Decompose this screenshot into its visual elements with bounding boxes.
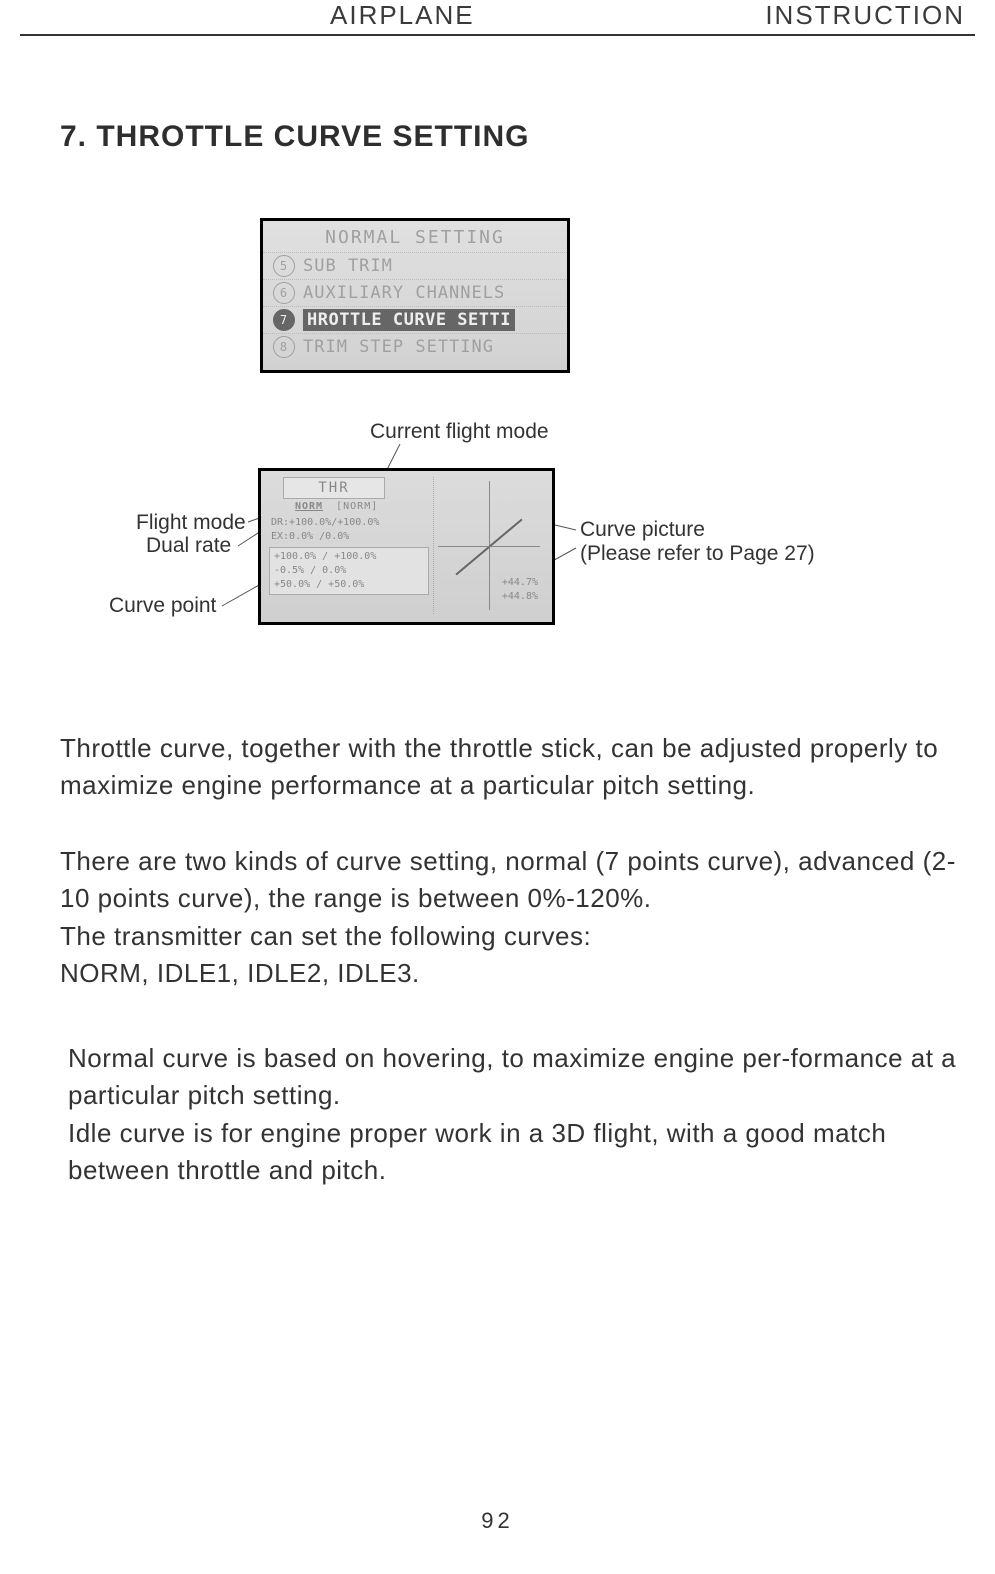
lcd-menu-row-label: HROTTLE CURVE SETTI [303, 309, 515, 331]
callout-curve-point: Curve point [109, 594, 216, 618]
lcd-curve-point-line: -0.5% / 0.0% [274, 564, 424, 578]
section-heading: 7. THROTTLE CURVE SETTING [60, 120, 529, 154]
lcd-menu-row-label: TRIM STEP SETTING [303, 337, 494, 357]
body-paragraph: Throttle curve, together with the thrott… [60, 730, 959, 804]
lcd-menu-row-label: AUXILIARY CHANNELS [303, 283, 505, 303]
lcd-menu-row-number: 8 [273, 336, 295, 358]
body-paragraph: Idle curve is for engine proper work in … [68, 1115, 959, 1189]
callout-dual-rate: Dual rate [146, 534, 231, 558]
lcd-curve-point-line: +100.0% / +100.0% [274, 550, 424, 564]
lcd-curve-expo: EX:0.0% /0.0% [271, 531, 349, 542]
lcd-curve-mode-row: NORM [NORM] [295, 501, 378, 512]
lcd-menu-row: 6 AUXILIARY CHANNELS [263, 279, 567, 306]
lcd-curve-mode-selected: NORM [295, 501, 323, 512]
lcd-menu-title: NORMAL SETTING [263, 227, 567, 248]
page-number: 92 [0, 1508, 995, 1534]
header-right: INSTRUCTION [765, 0, 965, 31]
callout-flight-mode: Flight mode [136, 511, 246, 535]
body-paragraph: NORM, IDLE1, IDLE2, IDLE3. [60, 955, 959, 992]
lcd-curve-graph-line [455, 518, 522, 575]
lcd-menu-row-number: 5 [273, 255, 295, 277]
lcd-menu-row: 8 TRIM STEP SETTING [263, 333, 567, 360]
lcd-menu-row-selected: 7 HROTTLE CURVE SETTI [263, 306, 567, 333]
lcd-curve-point-line: +50.0% / +50.0% [274, 578, 424, 592]
lcd-menu-row-label: SUB TRIM [303, 256, 393, 276]
lcd-menu-row-number: 6 [273, 282, 295, 304]
lcd-curve-dual-rate: DR:+100.0%/+100.0% [271, 517, 379, 528]
lcd-curve-point-box: +100.0% / +100.0% -0.5% / 0.0% +50.0% / … [269, 547, 429, 595]
lcd-curve-graph-value: +44.7% [502, 577, 538, 588]
callout-curve-picture-line1: Curve picture [580, 518, 705, 542]
body-paragraph: There are two kinds of curve setting, no… [60, 843, 959, 917]
body-paragraph: Normal curve is based on hovering, to ma… [68, 1040, 959, 1114]
lcd-curve-graph: +44.7% +44.8% [433, 477, 544, 614]
header-left: AIRPLANE [330, 0, 475, 31]
lcd-menu-row: 5 SUB TRIM [263, 252, 567, 279]
callout-current-flight-mode: Current flight mode [370, 420, 549, 444]
lcd-curve-screenshot: THR NORM [NORM] DR:+100.0%/+100.0% EX:0.… [258, 468, 555, 625]
lcd-curve-tab: THR [283, 477, 385, 499]
lcd-menu-screenshot: NORMAL SETTING 5 SUB TRIM 6 AUXILIARY CH… [260, 218, 570, 373]
body-paragraph: The transmitter can set the following cu… [60, 918, 959, 955]
callout-curve-picture-line2: (Please refer to Page 27) [580, 542, 815, 566]
lcd-curve-graph-value: +44.8% [502, 591, 538, 602]
lcd-curve-mode-current: [NORM] [336, 501, 378, 512]
page-header: AIRPLANE INSTRUCTION [0, 0, 995, 44]
lcd-menu-row-number: 7 [273, 309, 295, 331]
header-rule [20, 34, 975, 36]
